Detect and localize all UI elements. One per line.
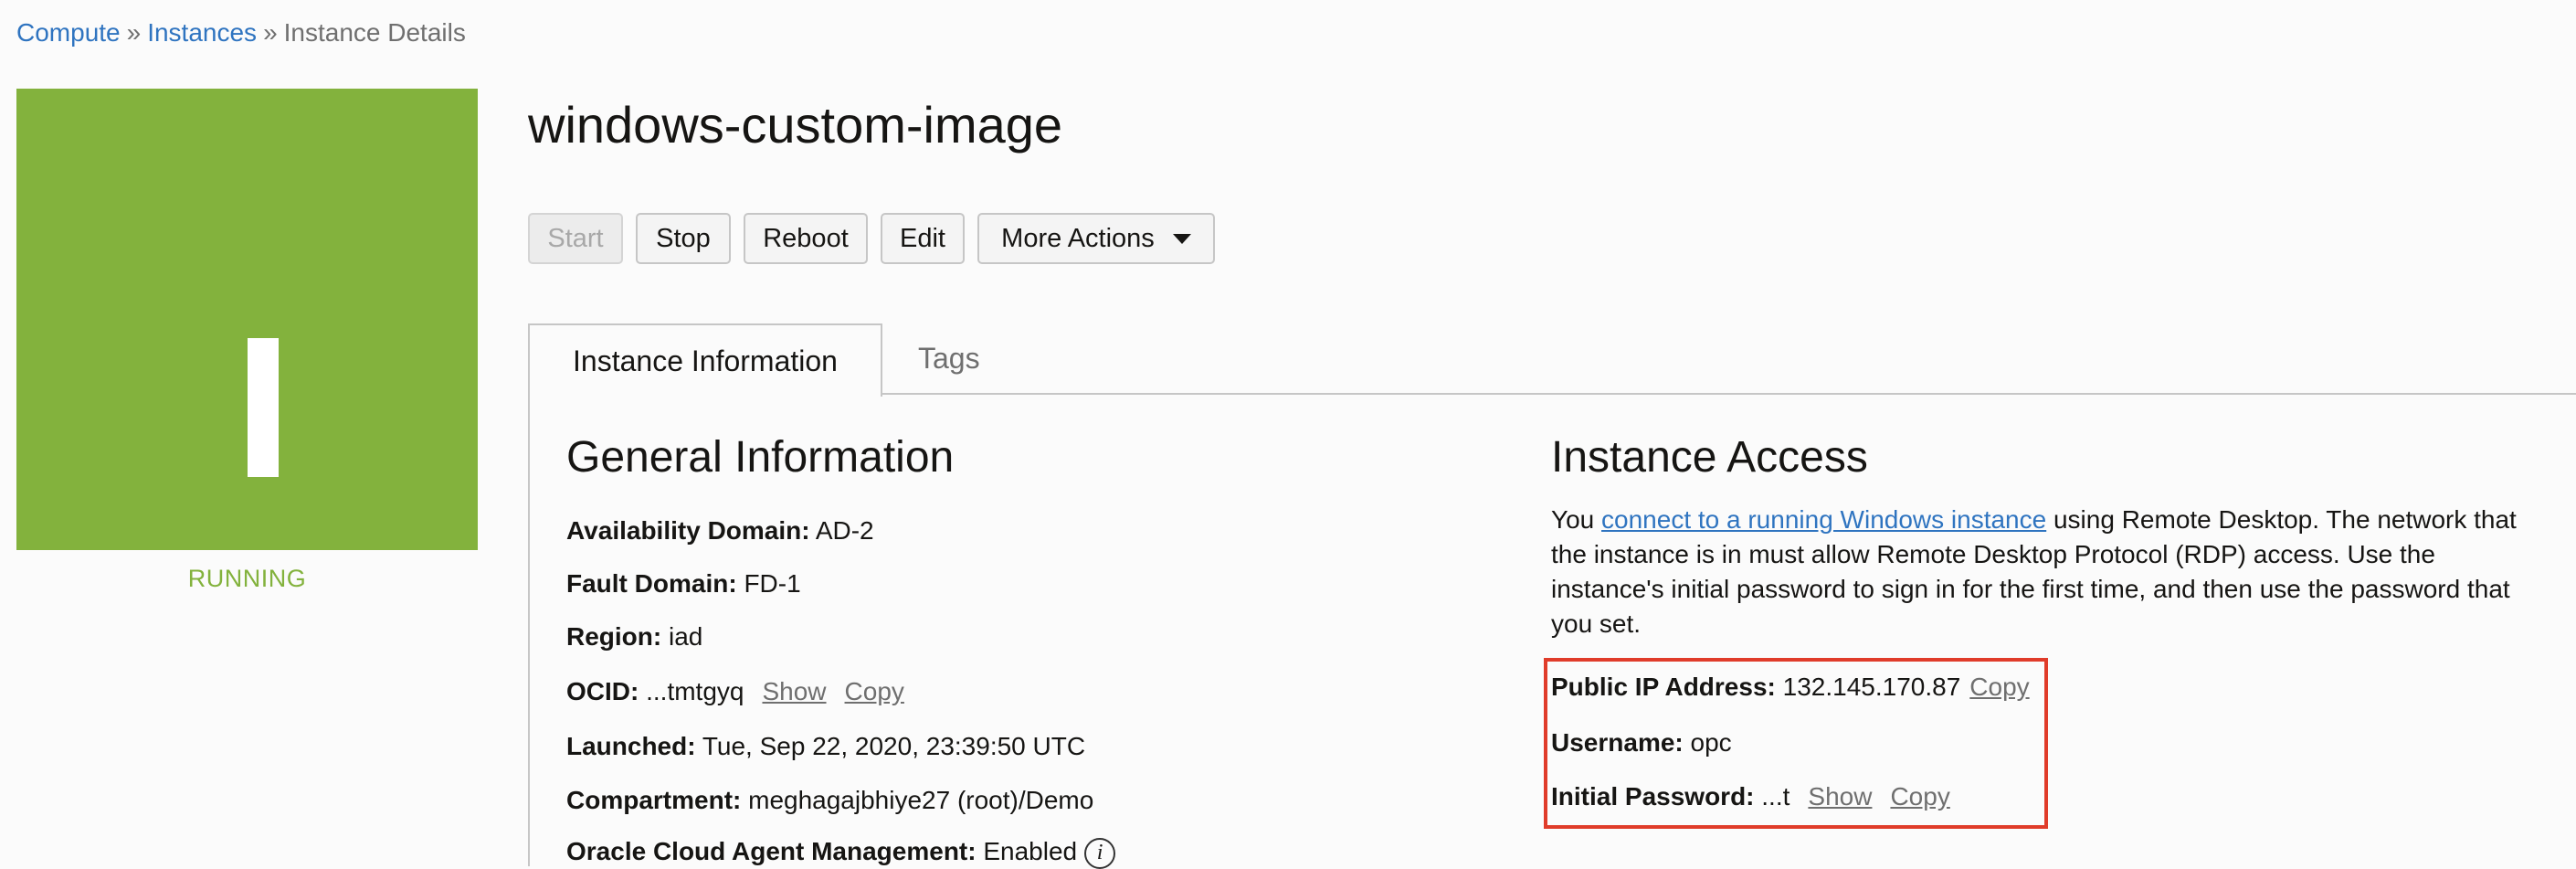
page-title: windows-custom-image xyxy=(528,96,1063,154)
connect-windows-instance-link[interactable]: connect to a running Windows instance xyxy=(1601,505,2046,534)
field-value: Enabled xyxy=(983,837,1078,865)
breadcrumb-current: Instance Details xyxy=(283,18,466,47)
initial-password-field: Initial Password: ...t Show Copy xyxy=(1551,782,1950,811)
oracle-cloud-agent-field: Oracle Cloud Agent Management: Enabled i xyxy=(566,837,1116,869)
ocid-show-link[interactable]: Show xyxy=(762,677,826,705)
launched-field: Launched: Tue, Sep 22, 2020, 23:39:50 UT… xyxy=(566,732,1085,761)
public-ip-copy-link[interactable]: Copy xyxy=(1969,673,2029,701)
caret-down-icon xyxy=(1172,233,1191,244)
region-field: Region: iad xyxy=(566,622,702,652)
field-value: iad xyxy=(669,622,703,651)
username-field: Username: opc xyxy=(1551,728,1732,758)
fault-domain-field: Fault Domain: FD-1 xyxy=(566,569,801,599)
instance-status: RUNNING xyxy=(187,565,307,592)
reboot-button[interactable]: Reboot xyxy=(744,213,868,264)
stop-button[interactable]: Stop xyxy=(636,213,731,264)
compartment-field: Compartment: meghagajbhiye27 (root)/Demo xyxy=(566,786,1093,815)
breadcrumb-instances-link[interactable]: Instances xyxy=(147,18,257,47)
general-information-heading: General Information xyxy=(566,433,955,482)
tab-instance-information[interactable]: Instance Information xyxy=(528,323,882,397)
instance-letter-icon xyxy=(248,338,279,477)
field-value: meghagajbhiye27 (root)/Demo xyxy=(748,786,1094,814)
field-label: Public IP Address: xyxy=(1551,673,1776,701)
field-label: Availability Domain: xyxy=(566,516,810,545)
field-value: Tue, Sep 22, 2020, 23:39:50 UTC xyxy=(702,732,1086,760)
field-label: Initial Password: xyxy=(1551,782,1755,811)
field-label: Compartment: xyxy=(566,786,742,814)
breadcrumb-separator: » xyxy=(126,18,142,47)
more-actions-button[interactable]: More Actions xyxy=(977,213,1215,264)
edit-button[interactable]: Edit xyxy=(881,213,965,264)
password-show-link[interactable]: Show xyxy=(1808,782,1872,811)
field-value: FD-1 xyxy=(744,569,801,598)
public-ip-field: Public IP Address: 132.145.170.87 Copy xyxy=(1551,673,2030,702)
field-label: Launched: xyxy=(566,732,696,760)
panel-border xyxy=(528,395,530,866)
tab-tags[interactable]: Tags xyxy=(918,342,980,376)
ocid-copy-link[interactable]: Copy xyxy=(845,677,904,705)
field-label: OCID: xyxy=(566,677,639,705)
field-value: ...tmtgyq xyxy=(646,677,744,705)
field-value: AD-2 xyxy=(815,516,874,545)
start-button[interactable]: Start xyxy=(528,213,623,264)
breadcrumb-separator: » xyxy=(263,18,278,47)
public-ip-value: 132.145.170.87 xyxy=(1782,673,1961,701)
instance-access-heading: Instance Access xyxy=(1551,433,1868,482)
instance-icon-tile xyxy=(16,89,478,550)
instance-access-description: You connect to a running Windows instanc… xyxy=(1551,503,2547,641)
password-copy-link[interactable]: Copy xyxy=(1890,782,1949,811)
breadcrumb-compute-link[interactable]: Compute xyxy=(16,18,121,47)
ocid-field: OCID: ...tmtgyq Show Copy xyxy=(566,677,904,706)
field-label: Oracle Cloud Agent Management: xyxy=(566,837,977,865)
info-icon[interactable]: i xyxy=(1084,837,1116,869)
tab-divider xyxy=(882,393,2576,395)
field-label: Fault Domain: xyxy=(566,569,737,598)
more-actions-label: More Actions xyxy=(1001,223,1155,253)
password-value: ...t xyxy=(1761,782,1790,811)
field-label: Username: xyxy=(1551,728,1684,757)
username-value: opc xyxy=(1690,728,1732,757)
breadcrumb: Compute» Instances» Instance Details xyxy=(16,18,466,48)
description-text: You xyxy=(1551,505,1602,534)
field-label: Region: xyxy=(566,622,662,651)
availability-domain-field: Availability Domain: AD-2 xyxy=(566,516,874,546)
